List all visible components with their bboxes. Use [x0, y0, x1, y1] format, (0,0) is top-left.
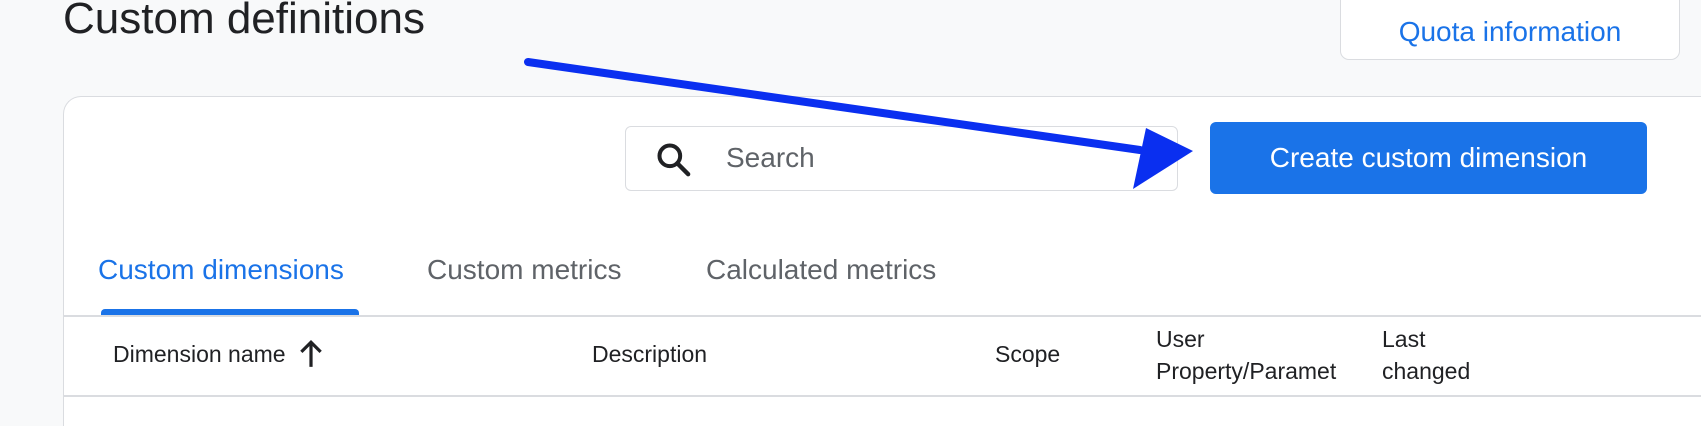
column-header-scope[interactable]: Scope: [995, 338, 1060, 370]
table-header-divider: [64, 395, 1701, 397]
tab-custom-metrics[interactable]: Custom metrics: [427, 252, 621, 288]
page-title: Custom definitions: [63, 0, 425, 43]
arrow-up-icon: [299, 339, 322, 367]
tab-custom-dimensions[interactable]: Custom dimensions: [98, 252, 344, 288]
column-header-line: Property/Paramet: [1156, 358, 1337, 384]
column-header-last-changed[interactable]: Last changed: [1382, 323, 1470, 387]
column-header-dimension-name[interactable]: Dimension name: [113, 338, 324, 370]
column-header-label: Dimension name: [113, 341, 286, 367]
column-header-description[interactable]: Description: [592, 338, 707, 370]
search-input[interactable]: [726, 137, 1146, 179]
tab-calculated-metrics[interactable]: Calculated metrics: [706, 252, 936, 288]
custom-definitions-card: Create custom dimension Custom dimension…: [63, 96, 1701, 426]
quota-information-button[interactable]: Quota information: [1340, 0, 1680, 60]
tabs-divider: [64, 315, 1701, 317]
column-header-line: User: [1156, 326, 1205, 352]
column-header-user-property-parameter[interactable]: User Property/Paramet: [1156, 323, 1336, 387]
column-header-line: changed: [1382, 358, 1471, 384]
column-header-line: Last: [1382, 326, 1426, 352]
create-custom-dimension-button[interactable]: Create custom dimension: [1210, 122, 1647, 194]
search-icon: [657, 143, 691, 177]
search-box[interactable]: [625, 126, 1178, 191]
